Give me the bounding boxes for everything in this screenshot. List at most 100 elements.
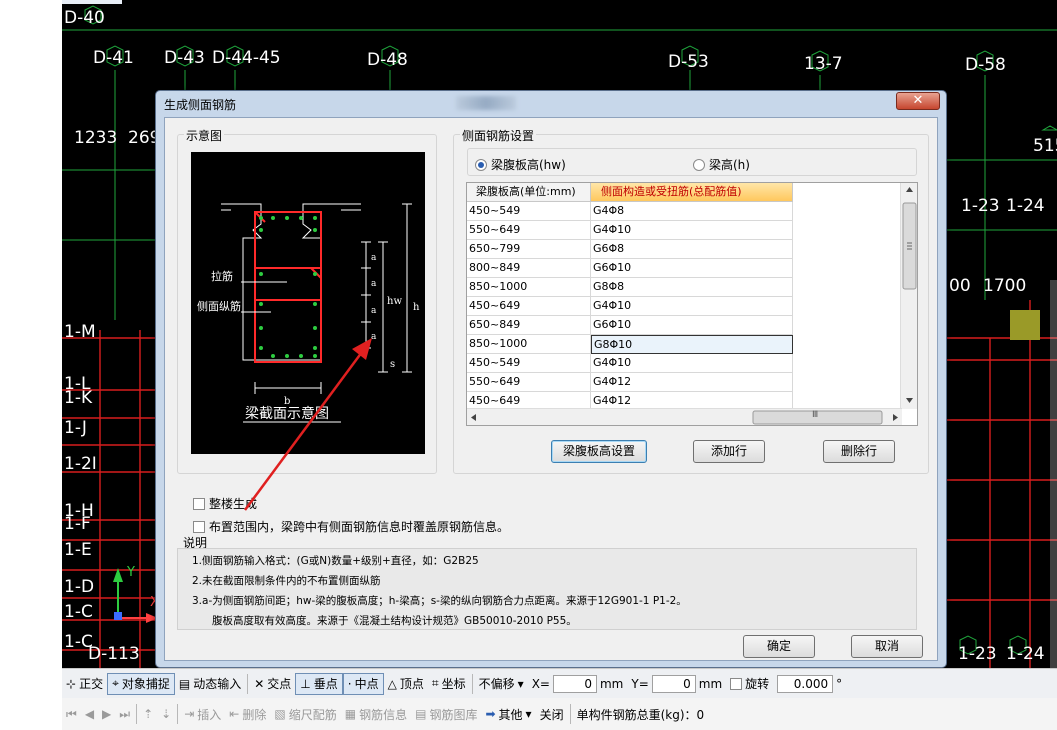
- web-height-cell[interactable]: 800~849: [467, 259, 591, 278]
- rebar-cell[interactable]: G4Φ10: [591, 221, 793, 240]
- rebar-cell[interactable]: G8Φ10: [591, 335, 793, 354]
- radio-on-icon[interactable]: [475, 158, 487, 171]
- col-rebar[interactable]: 侧面构造或受扭筋(总配筋值): [591, 183, 793, 202]
- checkbox-icon[interactable]: [730, 677, 743, 690]
- radio-beam-height[interactable]: 梁高(h): [693, 156, 750, 173]
- table-row[interactable]: 850~1000 G8Φ10: [467, 335, 793, 354]
- cad-label: 1-24: [1006, 644, 1045, 664]
- ortho-toggle[interactable]: ⊹ 正交: [62, 673, 107, 695]
- close-button[interactable]: ✕: [896, 92, 940, 110]
- delete-button[interactable]: ⇤ 删除: [225, 703, 270, 725]
- coordinate-snap[interactable]: ⌗ 坐标: [428, 673, 470, 695]
- y-label: Y=: [631, 676, 649, 691]
- degree-symbol: °: [836, 676, 843, 691]
- intersection-snap[interactable]: ✕ 交点: [250, 673, 295, 695]
- delete-label: 删除: [242, 707, 267, 722]
- web-height-cell[interactable]: 650~849: [467, 316, 591, 335]
- checkbox-icon[interactable]: [193, 520, 205, 533]
- web-height-settings-button[interactable]: 梁腹板高设置: [551, 440, 647, 463]
- radio-beam-height-label: 梁高(h): [709, 158, 750, 172]
- scale-rebar-button[interactable]: ▧ 缩尺配筋: [270, 703, 340, 725]
- move-up[interactable]: ⇡: [139, 703, 157, 725]
- cad-label: 1-M: [64, 322, 96, 342]
- rebar-cell[interactable]: G4Φ10: [591, 297, 793, 316]
- dynamic-input-toggle[interactable]: ▤ 动态输入: [175, 673, 245, 695]
- checkbox-icon[interactable]: [193, 497, 205, 510]
- cad-label: 1-24: [1006, 196, 1045, 216]
- note-line: 2.未在截面限制条件内的不布置侧面纵筋: [192, 575, 381, 587]
- coord-label: 坐标: [441, 677, 466, 691]
- dropdown-icon: ▾: [517, 676, 524, 691]
- cad-label: D-113: [88, 644, 140, 664]
- library-icon: ▤: [415, 707, 427, 721]
- cad-label: 00: [949, 276, 971, 296]
- table-row[interactable]: 650~799 G6Φ8: [467, 240, 793, 259]
- table-row[interactable]: 850~1000 G8Φ8: [467, 278, 793, 297]
- angle-input[interactable]: 0.000: [777, 674, 834, 693]
- delete-row-button[interactable]: 删除行: [823, 440, 895, 463]
- cancel-button[interactable]: 取消: [851, 635, 923, 658]
- web-height-cell[interactable]: 550~649: [467, 373, 591, 392]
- ortho-icon: ⊹: [66, 676, 77, 691]
- rebar-info-button[interactable]: ▦ 钢筋信息: [341, 703, 411, 725]
- object-snap-toggle[interactable]: ⌖ 对象捕捉: [107, 672, 175, 695]
- move-down[interactable]: ⇣: [157, 703, 175, 725]
- note-line: 腹板高度取有效高度。来源于《混凝土结构设计规范》GB50010-2010 P55…: [212, 615, 577, 627]
- rebar-cell[interactable]: G4Φ10: [591, 354, 793, 373]
- web-height-cell[interactable]: 450~549: [467, 354, 591, 373]
- web-height-cell[interactable]: 650~799: [467, 240, 591, 259]
- table-row[interactable]: 550~649 G4Φ12: [467, 373, 793, 392]
- rebar-cell[interactable]: G4Φ8: [591, 202, 793, 221]
- offset-select[interactable]: 不偏移 ▾: [475, 673, 528, 695]
- other-menu[interactable]: ➡ 其他 ▾: [481, 703, 535, 725]
- nav-first[interactable]: ⏮: [62, 703, 81, 725]
- y-input[interactable]: 0: [651, 674, 696, 693]
- rebar-library-button[interactable]: ▤ 钢筋图库: [411, 703, 481, 725]
- table-row[interactable]: 650~849 G6Φ10: [467, 316, 793, 335]
- x-input[interactable]: 0: [552, 674, 597, 693]
- rotate-toggle[interactable]: 旋转: [726, 673, 773, 695]
- radio-web-height[interactable]: 梁腹板高(hw): [475, 156, 566, 173]
- vertical-scrollbar[interactable]: [900, 183, 917, 409]
- axis-y-label: Y: [127, 565, 135, 580]
- nav-prev[interactable]: ◀: [81, 703, 98, 725]
- web-height-cell[interactable]: 450~549: [467, 202, 591, 221]
- radio-off-icon[interactable]: [693, 158, 705, 171]
- web-height-cell[interactable]: 850~1000: [467, 278, 591, 297]
- web-height-cell[interactable]: 450~649: [467, 297, 591, 316]
- rebar-cell[interactable]: G6Φ10: [591, 259, 793, 278]
- total-weight: 单构件钢筋总重(kg)：0: [576, 707, 705, 722]
- nav-last[interactable]: ⏭: [115, 703, 134, 725]
- whole-building-checkbox[interactable]: 整楼生成: [193, 495, 257, 512]
- note-line: 1.侧面钢筋输入格式：(G或N)数量+级别+直径，如：G2B25: [192, 555, 479, 567]
- notes-box: 1.侧面钢筋输入格式：(G或N)数量+级别+直径，如：G2B25 2.未在截面限…: [177, 548, 917, 630]
- cad-label: D-44-45: [212, 48, 281, 68]
- web-height-cell[interactable]: 550~649: [467, 221, 591, 240]
- table-row[interactable]: 450~549 G4Φ8: [467, 202, 793, 221]
- rebar-cell[interactable]: G6Φ10: [591, 316, 793, 335]
- cad-label: D-40: [64, 8, 105, 28]
- radio-web-height-label: 梁腹板高(hw): [491, 158, 566, 172]
- perpendicular-snap[interactable]: ⊥ 垂点: [295, 672, 343, 695]
- settings-group-title: 侧面钢筋设置: [460, 127, 537, 144]
- close-toolbar-button[interactable]: 关闭: [536, 703, 568, 725]
- nav-next[interactable]: ▶: [98, 703, 115, 725]
- table-row[interactable]: 800~849 G6Φ10: [467, 259, 793, 278]
- insert-button[interactable]: ⇥ 插入: [180, 703, 225, 725]
- table-row[interactable]: 450~549 G4Φ10: [467, 354, 793, 373]
- overwrite-checkbox[interactable]: 布置范围内，梁跨中有侧面钢筋信息时覆盖原钢筋信息。: [193, 518, 509, 535]
- rebar-cell[interactable]: G8Φ8: [591, 278, 793, 297]
- ok-button[interactable]: 确定: [743, 635, 815, 658]
- vertex-snap[interactable]: △ 顶点: [384, 673, 428, 695]
- table-row[interactable]: 550~649 G4Φ10: [467, 221, 793, 240]
- cad-label: 1-J: [64, 418, 87, 438]
- midpoint-snap[interactable]: · 中点: [342, 672, 384, 695]
- add-row-button[interactable]: 添加行: [693, 440, 765, 463]
- cad-label: 1-E: [64, 540, 92, 560]
- rebar-cell[interactable]: G6Φ8: [591, 240, 793, 259]
- web-height-cell[interactable]: 850~1000: [467, 335, 591, 354]
- table-row[interactable]: 450~649 G4Φ10: [467, 297, 793, 316]
- rebar-cell[interactable]: G4Φ12: [591, 373, 793, 392]
- col-web-height[interactable]: 梁腹板高(单位:mm): [467, 183, 591, 202]
- horizontal-scrollbar[interactable]: Ⅲ: [467, 408, 902, 425]
